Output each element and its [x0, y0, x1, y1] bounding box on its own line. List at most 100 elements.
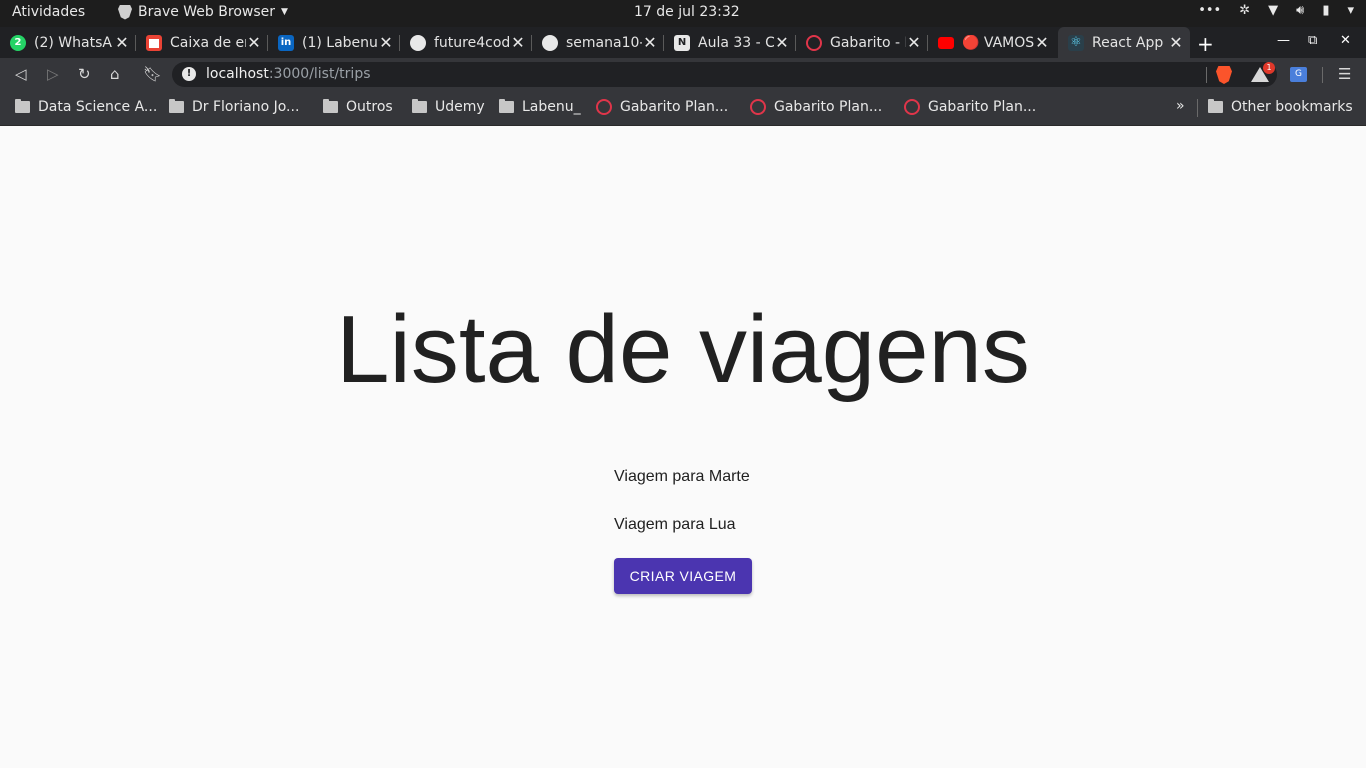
gmail-icon: [146, 34, 162, 51]
bookmark-folder-labenu[interactable]: Labenu_: [499, 99, 581, 115]
github-icon: [410, 34, 426, 51]
close-icon[interactable]: ✕: [378, 33, 394, 52]
folder-icon: [499, 99, 514, 113]
menu-icon[interactable]: ☰: [1338, 65, 1351, 83]
close-icon[interactable]: ✕: [642, 33, 658, 52]
bookmark-icon[interactable]: 🔖︎: [143, 65, 162, 83]
power-menu-caret-icon[interactable]: ▾: [1347, 3, 1354, 18]
tab-youtube[interactable]: 🔴 VAMOS ✕: [928, 27, 1056, 58]
restore-icon[interactable]: ⧉: [1308, 33, 1317, 48]
toolbar-divider: [1322, 67, 1323, 83]
home-icon[interactable]: ⌂: [110, 65, 120, 83]
tab-title: 🔴 VAMOS: [962, 34, 1034, 51]
address-bar[interactable]: ! localhost:3000/list/trips: [172, 62, 1277, 87]
battery-icon[interactable]: ▮: [1322, 3, 1329, 18]
tab-notion[interactable]: N Aula 33 - Cu ✕: [664, 27, 796, 58]
volume-icon[interactable]: 🔊︎: [1296, 3, 1304, 18]
bookmark-folder-dr-floriano[interactable]: Dr Floriano Jo...: [169, 99, 299, 115]
bookmarks-bar: Data Science A... Dr Floriano Jo... Outr…: [0, 91, 1366, 126]
bookmark-folder-outros[interactable]: Outros: [323, 99, 393, 115]
browser-toolbar: ◁ ▷ ↻ ⌂ 🔖︎ ! localhost:3000/list/trips 1…: [0, 58, 1366, 91]
other-bookmarks[interactable]: Other bookmarks: [1208, 99, 1353, 115]
slack-icon[interactable]: ✲: [1239, 3, 1250, 18]
bookmark-label: Gabarito Plan...: [928, 99, 1037, 115]
notion-icon: N: [674, 34, 690, 51]
app-menu[interactable]: Brave Web Browser ▼: [118, 4, 288, 20]
close-icon[interactable]: ✕: [774, 33, 790, 52]
forward-icon[interactable]: ▷: [47, 65, 59, 83]
close-icon[interactable]: ✕: [1034, 33, 1050, 52]
gabarito-icon: [806, 34, 822, 51]
bookmark-label: Gabarito Plan...: [620, 99, 729, 115]
close-icon[interactable]: ✕: [906, 33, 922, 52]
bookmarks-divider: [1197, 99, 1198, 117]
tab-gabarito[interactable]: Gabarito - L ✕: [796, 27, 928, 58]
translate-extension-icon[interactable]: G: [1290, 67, 1307, 82]
tab-title: (2) WhatsA: [34, 34, 112, 51]
tab-title: future4cod: [434, 34, 510, 51]
bookmarks-overflow-icon[interactable]: »: [1176, 98, 1185, 114]
bookmark-folder-udemy[interactable]: Udemy: [412, 99, 485, 115]
tab-react-app[interactable]: ⚛ React App ✕: [1058, 27, 1190, 58]
gabarito-icon: [750, 99, 766, 115]
whatsapp-icon: 2: [10, 34, 26, 51]
close-icon[interactable]: ✕: [1168, 33, 1184, 52]
youtube-icon: [938, 36, 954, 49]
trip-item[interactable]: Viagem para Marte: [614, 468, 750, 486]
folder-icon: [15, 99, 30, 113]
tab-whatsapp[interactable]: 2 (2) WhatsA ✕: [0, 27, 136, 58]
brave-logo-icon: [118, 4, 132, 20]
window-close-icon[interactable]: ✕: [1340, 33, 1351, 48]
address-url[interactable]: localhost:3000/list/trips: [206, 66, 371, 82]
github-icon: [542, 34, 558, 51]
other-bookmarks-label: Other bookmarks: [1231, 99, 1353, 115]
bookmark-label: Udemy: [435, 99, 485, 115]
site-info-icon[interactable]: !: [182, 67, 196, 81]
react-icon: ⚛: [1068, 34, 1084, 51]
close-icon[interactable]: ✕: [246, 33, 262, 52]
wifi-icon[interactable]: ▼: [1268, 3, 1278, 18]
linkedin-icon: in: [278, 34, 294, 51]
bookmark-gabarito-3[interactable]: Gabarito Plan...: [904, 99, 1036, 115]
tab-gmail[interactable]: Caixa de en ✕: [136, 27, 268, 58]
bookmark-label: Gabarito Plan...: [774, 99, 883, 115]
activities-button[interactable]: Atividades: [12, 4, 85, 20]
system-tray[interactable]: ••• ✲ ▼ 🔊︎ ▮ ▾: [1198, 3, 1354, 18]
bookmark-gabarito-2[interactable]: Gabarito Plan...: [750, 99, 882, 115]
caret-down-icon: ▼: [281, 7, 288, 17]
tab-title: Caixa de en: [170, 34, 246, 51]
url-path: :3000/list/trips: [268, 66, 371, 82]
new-tab-plus-icon[interactable]: +: [1197, 32, 1214, 56]
create-trip-button[interactable]: CRIAR VIAGEM: [614, 558, 752, 594]
gabarito-icon: [596, 99, 612, 115]
bookmark-folder-data-science[interactable]: Data Science A...: [15, 99, 157, 115]
bookmark-label: Data Science A...: [38, 99, 158, 115]
page-title: Lista de viagens: [336, 296, 1030, 403]
tab-title: semana10-: [566, 34, 642, 51]
tab-github-future4code[interactable]: future4cod ✕: [400, 27, 532, 58]
tab-title: (1) Labenu:: [302, 34, 378, 51]
close-icon[interactable]: ✕: [114, 33, 130, 52]
folder-icon: [169, 99, 184, 113]
bookmark-gabarito-1[interactable]: Gabarito Plan...: [596, 99, 728, 115]
folder-icon: [412, 99, 427, 113]
bookmark-label: Outros: [346, 99, 393, 115]
gabarito-icon: [904, 99, 920, 115]
back-icon[interactable]: ◁: [15, 65, 27, 83]
folder-icon: [323, 99, 338, 113]
tab-linkedin[interactable]: in (1) Labenu: ✕: [268, 27, 400, 58]
close-icon[interactable]: ✕: [510, 33, 526, 52]
clock[interactable]: 17 de jul 23:32: [634, 4, 740, 20]
rewards-badge: 1: [1263, 62, 1275, 74]
page-content: Lista de viagens Viagem para Marte Viage…: [0, 127, 1366, 768]
reload-icon[interactable]: ↻: [78, 65, 91, 83]
minimize-icon[interactable]: —: [1277, 33, 1290, 48]
bookmark-label: Labenu_: [522, 99, 581, 115]
folder-icon: [1208, 99, 1223, 113]
tab-strip: 2 (2) WhatsA ✕ Caixa de en ✕ in (1) Labe…: [0, 27, 1366, 58]
more-icon[interactable]: •••: [1198, 3, 1221, 18]
bookmark-label: Dr Floriano Jo...: [192, 99, 300, 115]
tab-title: React App: [1092, 34, 1164, 51]
trip-item[interactable]: Viagem para Lua: [614, 516, 736, 534]
tab-github-semana10[interactable]: semana10- ✕: [532, 27, 664, 58]
